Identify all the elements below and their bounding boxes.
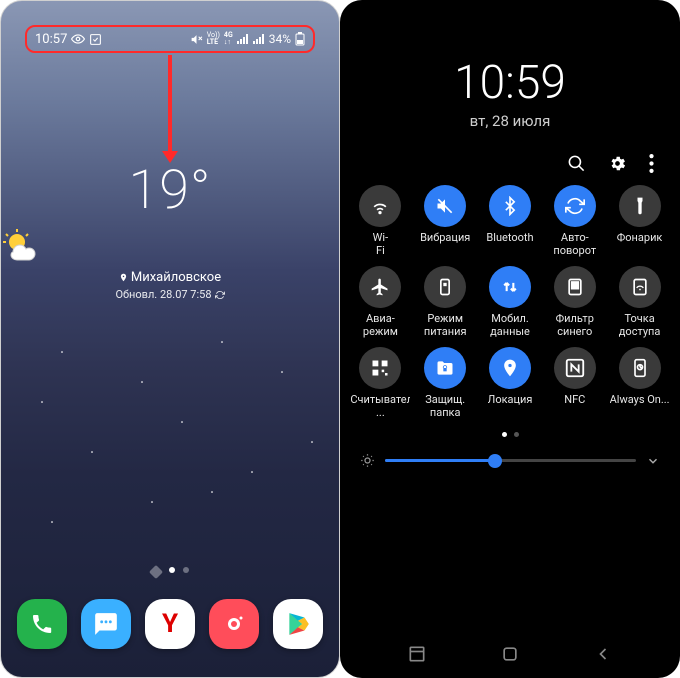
signal-icon-1 [237, 34, 249, 44]
tile-label: Wi-Fi [373, 232, 388, 258]
tile-label: Точка доступа [610, 313, 670, 339]
status-bar[interactable]: 10:57 Vo))LTE 4G↓↑ 34% [25, 25, 315, 53]
settings-icon[interactable] [608, 154, 627, 173]
airplane-icon [359, 266, 401, 308]
power-icon [424, 266, 466, 308]
tile-label: Фонарик [617, 232, 663, 258]
nav-bar [340, 644, 680, 664]
hotspot-icon [619, 266, 661, 308]
tile-label: Режим питания [415, 313, 475, 339]
tile-autorotate[interactable]: Авто-поворот [544, 185, 605, 258]
tile-label: Bluetooth [486, 232, 533, 258]
tile-power[interactable]: Режим питания [415, 266, 476, 339]
autorotate-icon [554, 185, 596, 227]
tile-label: Локация [488, 394, 533, 420]
qs-page-dot-1[interactable] [502, 432, 507, 437]
bluetooth-icon [489, 185, 531, 227]
qs-clock: 10:59 [340, 56, 680, 110]
tile-flashlight[interactable]: Фонарик [609, 185, 670, 258]
battery-icon [295, 32, 305, 46]
mobiledata-icon [489, 266, 531, 308]
tile-label: Авиа-режим [363, 313, 398, 339]
nav-back-icon[interactable] [593, 644, 613, 664]
quick-settings-panel: 10:59 вт, 28 июля Wi-Fi Вибрация Bluetooth… [340, 0, 680, 678]
play-store-app[interactable] [273, 599, 323, 649]
mute-icon [190, 33, 203, 46]
tile-location[interactable]: Локация [480, 347, 541, 420]
clock-text: 10:57 [35, 32, 67, 47]
temperature-value: 19° [1, 159, 339, 222]
messages-app[interactable] [81, 599, 131, 649]
qs-date: вт, 28 июля [340, 112, 680, 130]
eye-icon [71, 32, 85, 46]
tile-aod[interactable]: Always On... [609, 347, 670, 420]
tile-vibration[interactable]: Вибрация [415, 185, 476, 258]
phone-home-screen: 10:57 Vo))LTE 4G↓↑ 34% [0, 0, 340, 678]
callout-arrow [168, 55, 172, 159]
yandex-app[interactable]: Y [145, 599, 195, 649]
brightness-expand-icon[interactable] [646, 454, 660, 468]
qr-icon [359, 347, 401, 389]
tile-bluetooth[interactable]: Bluetooth [480, 185, 541, 258]
network-indicator: 4G↓↑ [224, 32, 233, 46]
tile-label: Вибрация [420, 232, 470, 258]
tile-wifi[interactable]: Wi-Fi [350, 185, 411, 258]
tile-label: NFC [564, 394, 585, 420]
tile-qr[interactable]: Считыватель ... [350, 347, 411, 420]
tile-label: Авто-поворот [553, 232, 596, 258]
tile-mobiledata[interactable]: Мобил. данные [480, 266, 541, 339]
securefolder-icon [424, 347, 466, 389]
nav-recent-icon[interactable] [407, 644, 427, 664]
tile-label: Always On... [610, 394, 670, 420]
tile-label: Считыватель ... [350, 394, 410, 420]
brightness-slider[interactable] [340, 437, 680, 468]
weather-city: Михайловское [1, 270, 339, 285]
signal-icon-2 [253, 34, 265, 44]
nav-home-icon[interactable] [500, 644, 520, 664]
brightness-low-icon [360, 453, 375, 468]
tile-bluelight[interactable]: Фильтр синего [544, 266, 605, 339]
weather-updated: Обновл. 28.07 7:58 [1, 288, 339, 301]
brightness-track[interactable] [385, 459, 636, 462]
nfc-icon [554, 347, 596, 389]
weather-icon [1, 228, 339, 266]
tile-label: Защищ. папка [415, 394, 475, 420]
tile-securefolder[interactable]: Защищ. папка [415, 347, 476, 420]
vibration-icon [424, 185, 466, 227]
wifi-icon [359, 185, 401, 227]
page-dot-1[interactable] [169, 567, 175, 573]
volte-indicator: Vo))LTE [207, 32, 220, 46]
tile-label: Мобил. данные [480, 313, 540, 339]
search-icon[interactable] [567, 154, 586, 173]
home-page-dot[interactable] [149, 565, 163, 579]
tile-hotspot[interactable]: Точка доступа [609, 266, 670, 339]
more-icon[interactable] [649, 154, 654, 173]
flashlight-icon [619, 185, 661, 227]
weather-widget[interactable]: 19° Михайловское Обновл. 28.07 7:58 [1, 159, 339, 301]
bluelight-icon [554, 266, 596, 308]
location-icon [489, 347, 531, 389]
tile-airplane[interactable]: Авиа-режим [350, 266, 411, 339]
home-page-indicator[interactable] [1, 567, 339, 577]
quick-settings-grid: Wi-Fi Вибрация Bluetooth Авто-поворот Фонари… [340, 181, 680, 420]
phone-app[interactable] [17, 599, 67, 649]
camera-app[interactable] [209, 599, 259, 649]
app-dock: Y [1, 599, 339, 649]
qs-page-dot-2[interactable] [514, 432, 519, 437]
page-dot-2[interactable] [183, 567, 189, 573]
battery-percent: 34% [269, 32, 291, 46]
screenshot-icon [89, 33, 102, 46]
tile-label: Фильтр синего [545, 313, 605, 339]
aod-icon [619, 347, 661, 389]
tile-nfc[interactable]: NFC [544, 347, 605, 420]
